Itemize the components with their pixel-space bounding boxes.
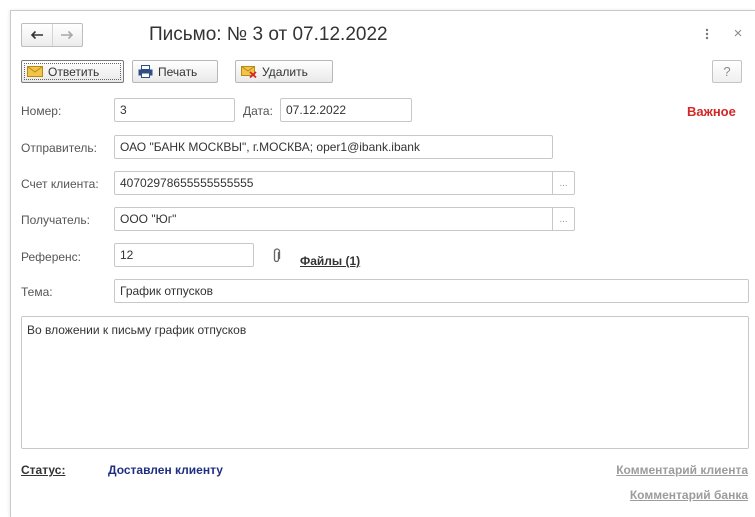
message-body[interactable]: Во вложении к письму график отпусков xyxy=(21,316,749,449)
back-button[interactable] xyxy=(22,24,52,46)
sender-field[interactable]: ОАО "БАНК МОСКВЫ", г.МОСКВА; oper1@ibank… xyxy=(114,135,553,159)
print-button[interactable]: Печать xyxy=(132,60,218,83)
date-label: Дата: xyxy=(243,104,273,118)
window-title: Письмо: № 3 от 07.12.2022 xyxy=(149,24,388,45)
subject-field[interactable]: График отпусков xyxy=(114,279,749,303)
paperclip-icon xyxy=(272,248,281,267)
status-value: Доставлен клиенту xyxy=(108,463,223,477)
letter-window: Письмо: № 3 от 07.12.2022 × Ответить Печ… xyxy=(10,10,755,517)
reply-button[interactable]: Ответить xyxy=(21,60,124,83)
date-field[interactable]: 07.12.2022 xyxy=(280,98,412,122)
sender-label: Отправитель: xyxy=(21,141,97,155)
important-badge: Важное xyxy=(687,104,736,119)
close-icon[interactable]: × xyxy=(731,25,745,43)
recipient-field[interactable]: ООО "Юг" xyxy=(114,207,553,231)
files-link[interactable]: Файлы (1) xyxy=(300,254,360,268)
reply-label: Ответить xyxy=(48,64,100,79)
delete-envelope-icon xyxy=(241,65,257,78)
reference-label: Референс: xyxy=(21,250,82,264)
more-menu-icon[interactable] xyxy=(704,25,710,43)
help-button[interactable]: ? xyxy=(712,60,742,83)
nav-buttons xyxy=(21,23,83,47)
client-comment-link[interactable]: Комментарий клиента xyxy=(616,463,748,477)
account-field[interactable]: 40702978655555555555 xyxy=(114,171,553,195)
recipient-select-button[interactable]: ... xyxy=(553,207,575,231)
envelope-icon xyxy=(27,65,43,78)
bank-comment-link[interactable]: Комментарий банка xyxy=(630,488,748,502)
arrow-left-icon xyxy=(30,30,43,40)
delete-label: Удалить xyxy=(262,64,308,79)
arrow-right-icon xyxy=(61,30,74,40)
status-label: Статус: xyxy=(21,463,66,477)
account-label: Счет клиента: xyxy=(21,177,99,191)
delete-button[interactable]: Удалить xyxy=(235,60,333,83)
recipient-label: Получатель: xyxy=(21,213,90,227)
printer-icon xyxy=(138,65,153,78)
reference-field[interactable]: 12 xyxy=(114,243,254,267)
account-select-button[interactable]: ... xyxy=(553,171,575,195)
print-label: Печать xyxy=(158,64,198,79)
forward-button[interactable] xyxy=(51,24,83,46)
number-field[interactable]: 3 xyxy=(114,98,235,122)
subject-label: Тема: xyxy=(21,285,53,299)
number-label: Номер: xyxy=(21,104,62,118)
